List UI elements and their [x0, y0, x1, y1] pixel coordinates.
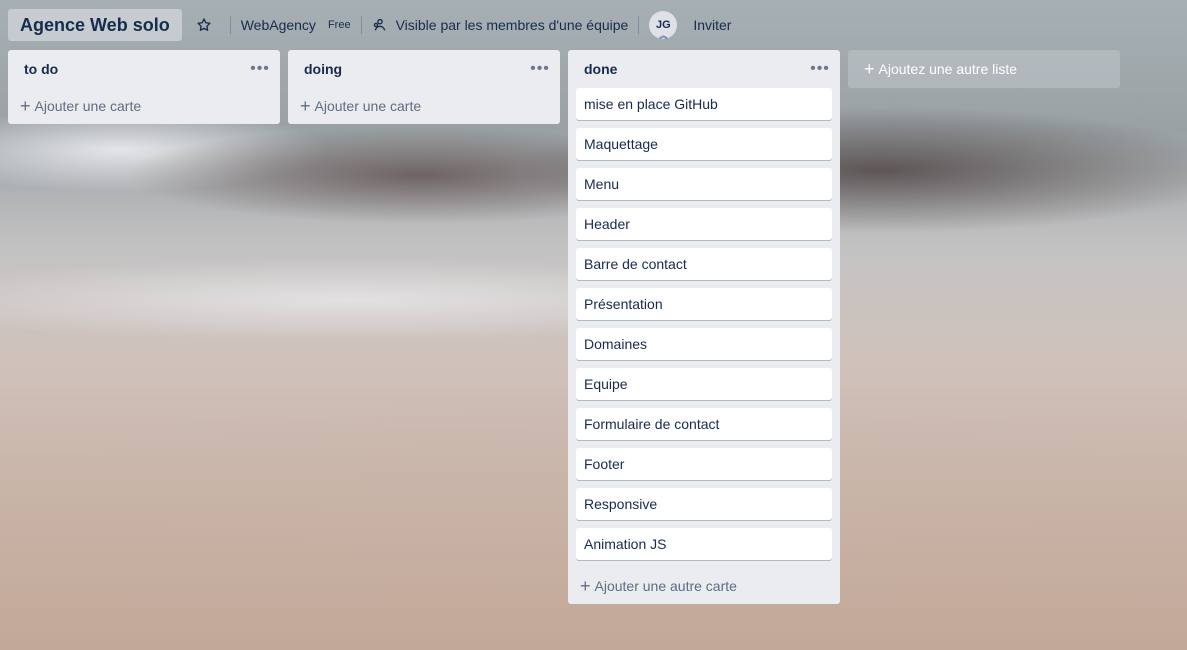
card[interactable]: Barre de contact — [576, 248, 832, 280]
plus-icon: + — [300, 96, 311, 116]
star-button[interactable] — [188, 9, 220, 41]
visibility-button[interactable]: Visible par les membres d'une équipe — [372, 17, 629, 33]
visibility-label: Visible par les membres d'une équipe — [395, 17, 629, 33]
list-title[interactable]: to do — [24, 61, 58, 77]
card[interactable]: Menu — [576, 168, 832, 200]
list-header: to do ••• — [8, 50, 280, 88]
card[interactable]: mise en place GitHub — [576, 88, 832, 120]
list-title[interactable]: doing — [304, 61, 342, 77]
card[interactable]: Footer — [576, 448, 832, 480]
avatar[interactable]: JG ︽ — [649, 11, 678, 40]
plus-icon: + — [864, 59, 875, 79]
plus-icon: + — [580, 576, 591, 596]
card[interactable]: Equipe — [576, 368, 832, 400]
add-card-button[interactable]: + Ajouter une carte — [8, 88, 280, 124]
more-horizontal-icon[interactable]: ••• — [248, 61, 272, 77]
plus-icon: + — [20, 96, 31, 116]
team-name: WebAgency — [240, 17, 316, 33]
invite-button[interactable]: Inviter — [693, 17, 731, 33]
card[interactable]: Formulaire de contact — [576, 408, 832, 440]
list-header: done ••• — [568, 50, 840, 88]
card[interactable]: Animation JS — [576, 528, 832, 560]
star-icon — [197, 18, 211, 31]
card[interactable]: Présentation — [576, 288, 832, 320]
card[interactable]: Header — [576, 208, 832, 240]
header-divider — [229, 16, 231, 34]
list-title[interactable]: done — [584, 61, 617, 77]
team-button[interactable]: WebAgency Free — [241, 17, 351, 33]
more-horizontal-icon[interactable]: ••• — [528, 61, 552, 77]
header-divider — [360, 16, 362, 34]
add-card-label: Ajouter une autre carte — [594, 578, 737, 594]
add-list-label: Ajoutez une autre liste — [878, 61, 1018, 77]
board-title[interactable]: Agence Web solo — [8, 9, 182, 41]
card[interactable]: Domaines — [576, 328, 832, 360]
more-horizontal-icon[interactable]: ••• — [808, 61, 832, 77]
team-visibility-icon — [373, 18, 385, 31]
add-card-button[interactable]: + Ajouter une autre carte — [568, 568, 840, 604]
admin-chevron-icon: ︽ — [659, 31, 668, 40]
header-divider — [638, 16, 640, 34]
list-header: doing ••• — [288, 50, 560, 88]
add-list-button[interactable]: + Ajoutez une autre liste — [848, 50, 1120, 88]
add-card-label: Ajouter une carte — [34, 98, 142, 114]
board-header: Agence Web solo WebAgency Free Visible p… — [0, 0, 1187, 50]
list-to-do: to do ••• + Ajouter une carte — [8, 50, 280, 124]
card-list: mise en place GitHub Maquettage Menu Hea… — [568, 88, 840, 560]
add-card-label: Ajouter une carte — [314, 98, 422, 114]
list-doing: doing ••• + Ajouter une carte — [288, 50, 560, 124]
add-card-button[interactable]: + Ajouter une carte — [288, 88, 560, 124]
list-done: done ••• mise en place GitHub Maquettage… — [568, 50, 840, 604]
card[interactable]: Maquettage — [576, 128, 832, 160]
card[interactable]: Responsive — [576, 488, 832, 520]
team-plan-badge: Free — [327, 19, 351, 31]
